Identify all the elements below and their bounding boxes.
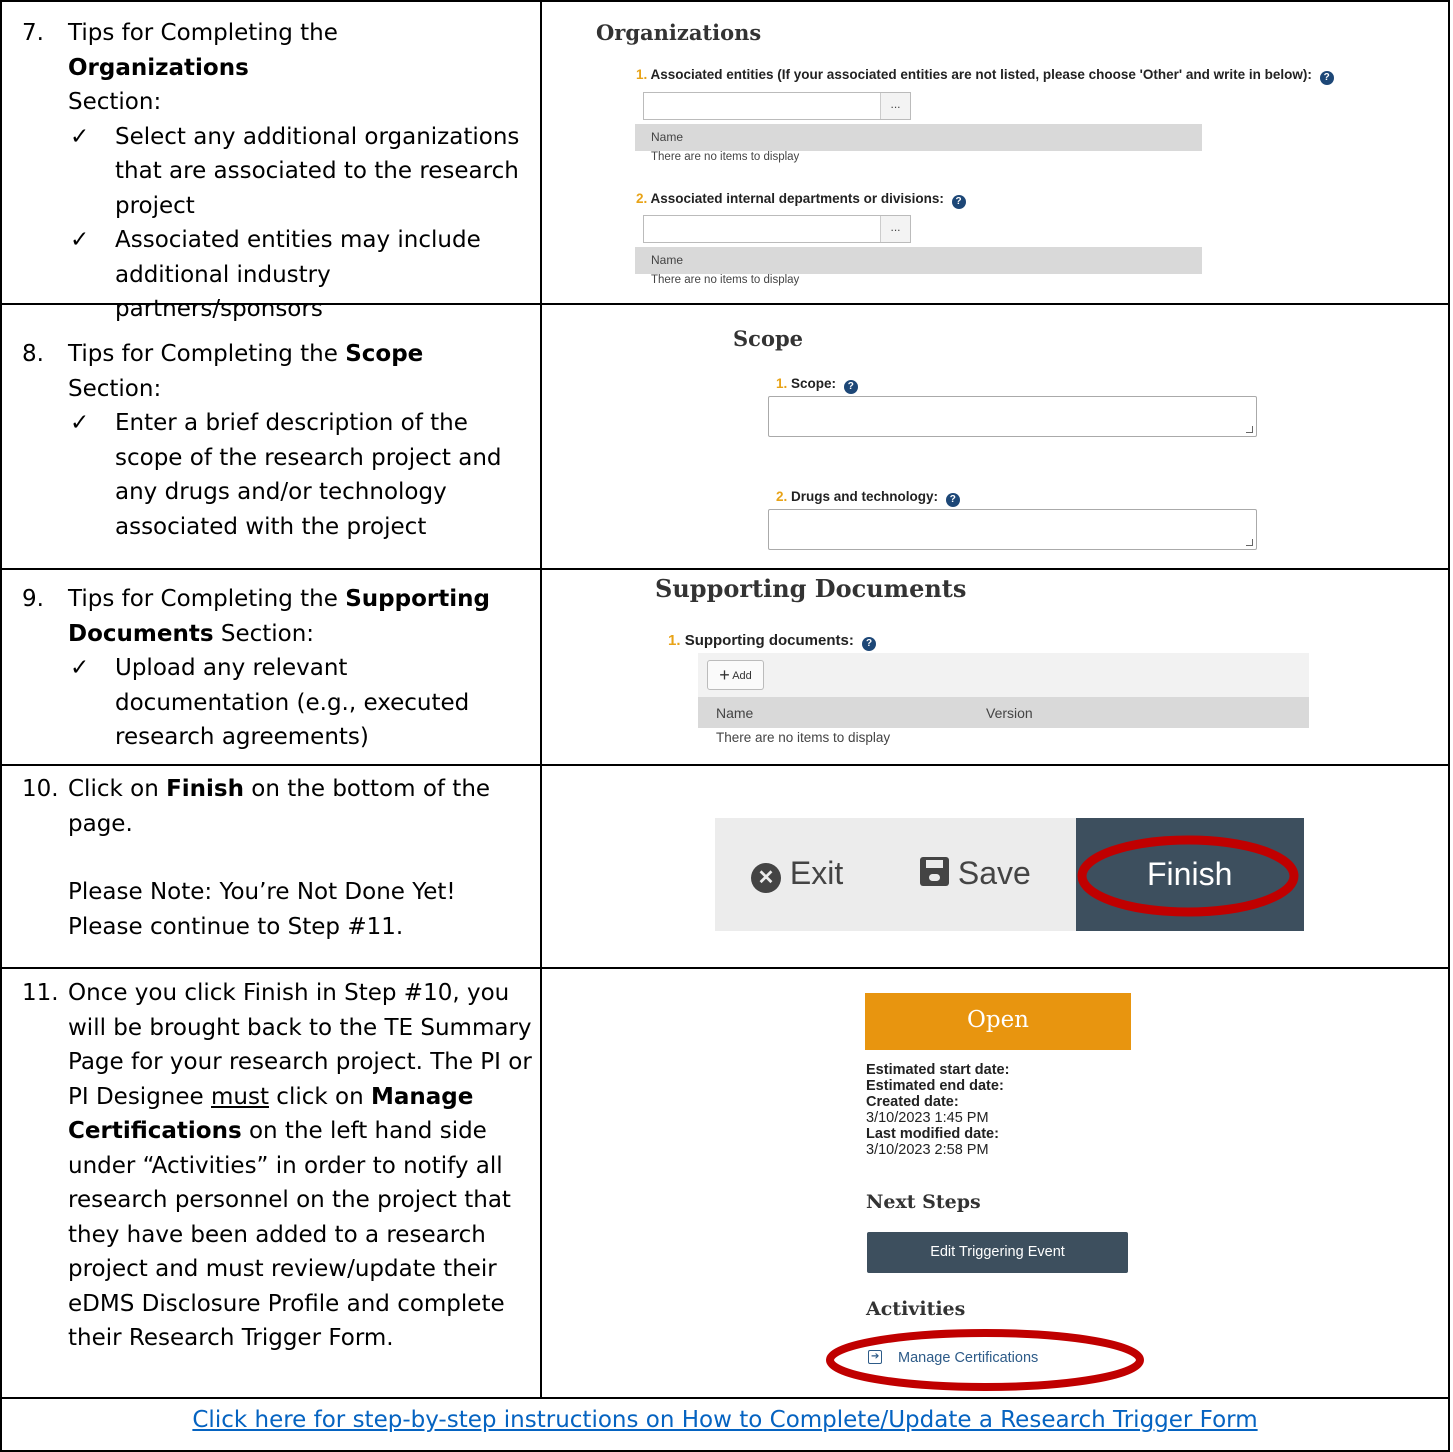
tips-list: ✓ Upload any relevant documentation (e.g… bbox=[68, 651, 522, 755]
tip-item: ✓ Associated entities may include additi… bbox=[68, 223, 522, 327]
table-border-right bbox=[1448, 0, 1450, 1452]
checkmark-icon: ✓ bbox=[70, 123, 90, 150]
step-text: Once you click Finish in Step #10, you w… bbox=[68, 980, 532, 1351]
question-supporting-documents: 1. Supporting documents: ? bbox=[668, 632, 877, 651]
step-number: 8. bbox=[22, 341, 44, 367]
step-number: 11. bbox=[22, 980, 59, 1006]
table-header: Name bbox=[635, 124, 1202, 151]
step-number: 7. bbox=[22, 20, 44, 46]
question-associated-entities: 1. Associated entities (If your associat… bbox=[636, 67, 1334, 85]
add-button[interactable]: + Add bbox=[707, 660, 764, 690]
next-steps-heading: Next Steps bbox=[866, 1191, 981, 1213]
internal-departments-chooser[interactable]: ... bbox=[643, 215, 911, 243]
organizations-section: Organizations bbox=[596, 20, 761, 45]
column-header-version[interactable]: Version bbox=[986, 705, 1033, 721]
empty-message: There are no items to display bbox=[716, 730, 891, 745]
manage-certifications-highlight-circle bbox=[826, 1329, 1144, 1391]
edit-triggering-event-button[interactable]: Edit Triggering Event bbox=[867, 1232, 1128, 1273]
section-title: Organizations bbox=[596, 20, 762, 45]
resize-handle-icon[interactable] bbox=[1246, 539, 1253, 546]
step-heading: Tips for Completing the Scope Section: bbox=[68, 341, 424, 402]
step-number: 9. bbox=[22, 586, 44, 612]
documents-toolbar: + Add bbox=[698, 653, 1309, 697]
checkmark-icon: ✓ bbox=[70, 227, 90, 253]
drugs-technology-textarea[interactable] bbox=[768, 509, 1257, 550]
created-date-label: Created date: bbox=[866, 1094, 959, 1110]
step-7-instructions: 7. Tips for Completing the Organizations… bbox=[22, 16, 522, 327]
step-10-instructions: 10. Click on Finish on the bottom of the… bbox=[22, 772, 522, 944]
help-icon[interactable]: ? bbox=[862, 637, 877, 651]
column-header-name[interactable]: Name bbox=[651, 253, 683, 267]
exit-button[interactable]: ✕ Exit bbox=[751, 855, 843, 893]
tips-list: ✓ Enter a brief description of the scope… bbox=[68, 406, 522, 544]
annotation-ellipse bbox=[1077, 835, 1299, 917]
created-date-value: 3/10/2023 1:45 PM bbox=[866, 1110, 989, 1126]
browse-button[interactable]: ... bbox=[880, 93, 910, 119]
instructions-link[interactable]: Click here for step-by-step instructions… bbox=[0, 1407, 1450, 1433]
tip-item: ✓ Enter a brief description of the scope… bbox=[68, 406, 522, 544]
annotation-ellipse bbox=[826, 1329, 1144, 1391]
floppy-disk-icon bbox=[920, 857, 949, 886]
modified-date-label: Last modified date: bbox=[866, 1126, 999, 1142]
question-drugs-technology: 2. Drugs and technology: ? bbox=[776, 489, 960, 507]
modified-date-value: 3/10/2023 2:58 PM bbox=[866, 1142, 989, 1158]
browse-button[interactable]: ... bbox=[880, 216, 910, 242]
checkmark-icon: ✓ bbox=[70, 655, 90, 681]
section-title: Supporting Documents bbox=[655, 574, 967, 603]
start-date-label: Estimated start date: bbox=[866, 1062, 1010, 1078]
step-number: 10. bbox=[22, 776, 59, 802]
table-border-top bbox=[0, 0, 1450, 2]
save-button[interactable]: Save bbox=[920, 855, 1031, 892]
help-icon[interactable]: ? bbox=[843, 380, 858, 394]
end-date-label: Estimated end date: bbox=[866, 1078, 1004, 1094]
row-divider bbox=[0, 568, 1450, 570]
row-divider bbox=[0, 764, 1450, 766]
empty-message: There are no items to display bbox=[651, 274, 800, 286]
column-header-name[interactable]: Name bbox=[651, 130, 683, 144]
dates-panel: Estimated start date: Estimated end date… bbox=[866, 1062, 1009, 1158]
column-divider bbox=[540, 0, 542, 1398]
help-icon[interactable]: ? bbox=[945, 493, 960, 507]
table-border-left bbox=[0, 0, 2, 1452]
row-divider bbox=[0, 967, 1450, 969]
step-note: Please Note: You’re Not Done Yet! Please… bbox=[68, 879, 456, 940]
plus-icon: + bbox=[719, 665, 730, 685]
step-heading: Click on Finish on the bottom of the pag… bbox=[68, 776, 491, 837]
help-icon[interactable]: ? bbox=[1319, 71, 1334, 85]
question-scope: 1. Scope: ? bbox=[776, 376, 858, 394]
step-9-instructions: 9. Tips for Completing the Supporting Do… bbox=[22, 582, 522, 755]
help-icon[interactable]: ? bbox=[951, 195, 966, 209]
status-banner: Open bbox=[865, 993, 1131, 1050]
tips-list: ✓ Select any additional organizations th… bbox=[68, 120, 522, 327]
question-internal-departments: 2. Associated internal departments or di… bbox=[636, 191, 966, 209]
step-heading: Tips for Completing the Supporting Docum… bbox=[68, 586, 490, 647]
step-8-instructions: 8. Tips for Completing the Scope Section… bbox=[22, 337, 522, 544]
section-title: Scope bbox=[733, 326, 804, 351]
documents-table-header: Name Version bbox=[698, 697, 1309, 728]
empty-message: There are no items to display bbox=[651, 151, 800, 163]
checkmark-icon: ✓ bbox=[70, 410, 90, 436]
activities-heading: Activities bbox=[866, 1298, 966, 1320]
status-label: Open bbox=[966, 1007, 1029, 1033]
step-11-instructions: 11. Once you click Finish in Step #10, y… bbox=[22, 976, 537, 1356]
tip-item: ✓ Upload any relevant documentation (e.g… bbox=[68, 651, 522, 755]
close-circle-icon: ✕ bbox=[751, 863, 781, 893]
scope-textarea[interactable] bbox=[768, 396, 1257, 437]
row-divider bbox=[0, 1397, 1450, 1399]
resize-handle-icon[interactable] bbox=[1246, 426, 1253, 433]
tip-item: ✓ Select any additional organizations th… bbox=[68, 120, 522, 224]
step-heading: Tips for Completing the Organizations Se… bbox=[68, 20, 338, 115]
column-header-name[interactable]: Name bbox=[716, 705, 753, 721]
finish-highlight-circle bbox=[1077, 835, 1299, 917]
associated-entities-chooser[interactable]: ... bbox=[643, 92, 911, 120]
table-header: Name bbox=[635, 247, 1202, 274]
